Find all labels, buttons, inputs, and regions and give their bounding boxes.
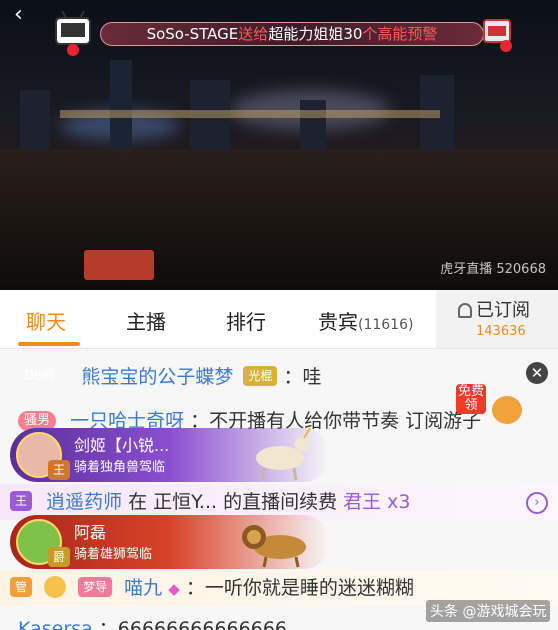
chat-username[interactable]: 熊宝宝的公子蝶梦 <box>81 366 233 388</box>
rank-badge: 王 <box>48 460 71 480</box>
subscribe-label: 已订阅 <box>476 300 530 321</box>
rank-badge: 爵 <box>48 547 71 567</box>
gift-emblem-icon <box>483 19 512 52</box>
chevron-right-icon[interactable]: › <box>526 492 548 514</box>
subscriber-count: 143636 <box>476 324 526 339</box>
gift-banner: SoSo-STAGE送给超能力姐姐30个高能预警 <box>48 10 518 58</box>
gift-entrance-card: 王 剑姬【小锐... 骑着独角兽驾临 <box>10 428 330 482</box>
tab-anchor[interactable]: 主播 <box>126 306 166 335</box>
banner-receiver: 超能力姐姐30 <box>268 25 363 43</box>
gift-card-desc: 骑着独角兽驾临 <box>74 460 166 475</box>
tier-label: 君王 x3 <box>343 491 411 513</box>
active-tab-indicator <box>18 342 80 346</box>
tab-vip[interactable]: 贵宾(11616) <box>318 306 413 335</box>
chat-text: ：一听你就是睡的迷迷糊糊 <box>185 577 414 599</box>
close-icon[interactable]: ✕ <box>526 362 548 384</box>
chat-text: 在 <box>122 491 154 513</box>
gift-card-name[interactable]: 剑姬【小锐... <box>74 432 169 456</box>
free-gift-widget[interactable]: 免费领 <box>456 384 528 428</box>
video-watermark: 虎牙直播 520668 <box>440 262 546 277</box>
diamond-icon: ◆ <box>168 580 180 598</box>
dream-guide-badge: 梦导 <box>78 577 113 597</box>
tab-ranking[interactable]: 排行 <box>226 306 266 335</box>
tab-vip-label: 贵宾 <box>318 310 358 334</box>
gift-entrance-card: 爵 阿磊 骑着雄狮驾临 <box>10 515 330 569</box>
fan-badge: Db熊 <box>24 369 56 384</box>
king-badge: 王 <box>10 491 33 511</box>
gift-card-desc: 骑着雄狮驾临 <box>74 547 153 562</box>
live-video[interactable]: ‹ 虎牙直播 520668 SoSo-STAGE送给超能力姐姐30个高能预警 <box>0 0 558 290</box>
unicorn-mount-icon <box>256 428 311 481</box>
gift-card-name[interactable]: 阿磊 <box>74 519 106 543</box>
lion-mount-icon <box>242 525 306 568</box>
gift-bag-icon <box>492 396 522 424</box>
user-tag: 光棍 <box>243 366 278 386</box>
tab-vip-count: (11616) <box>358 317 414 333</box>
bell-icon <box>458 303 472 318</box>
back-icon[interactable]: ‹ <box>14 2 23 27</box>
banner-verb: 送给 <box>238 25 269 43</box>
corner-watermark: 头条 @游戏城会玩 <box>426 600 551 622</box>
anchor-name[interactable]: 正恒Y... <box>153 491 217 513</box>
banner-sender: SoSo-STAGE <box>146 25 239 43</box>
chat-text: ：哇 <box>283 366 322 388</box>
tab-chat[interactable]: 聊天 <box>26 306 66 335</box>
chat-text: ：66666666666666 <box>98 618 288 630</box>
chat-username[interactable]: 逍遥药师 <box>46 491 122 513</box>
chat-username[interactable]: Kasersa <box>18 618 93 630</box>
free-gift-label: 免费领 <box>456 384 486 414</box>
subscribe-button[interactable]: 已订阅 143636 <box>436 290 558 348</box>
tv-mascot-icon <box>55 10 91 56</box>
chat-text: 的直播间续费 <box>217 491 344 513</box>
bus <box>84 250 154 280</box>
medal-icon <box>44 576 67 598</box>
admin-badge: 管 <box>10 577 33 597</box>
banner-suffix: 个高能预警 <box>362 25 438 43</box>
chat-username[interactable]: 喵九 <box>124 577 162 599</box>
